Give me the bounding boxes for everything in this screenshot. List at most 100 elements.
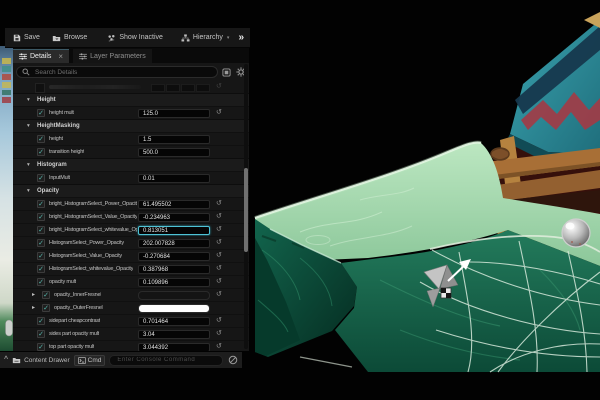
console-field[interactable] — [109, 355, 223, 366]
parameter-label: HistogramSelect_Power_Opacity — [49, 240, 124, 246]
checkbox-checked[interactable]: ✓ — [37, 252, 45, 260]
checkbox-checked[interactable]: ✓ — [37, 343, 45, 351]
move-widget-icon — [441, 288, 451, 298]
details-panel: Details × Layer Parameters — [13, 48, 249, 351]
parameter-row-sidepart-cheapcontrast: ✓ sidepart cheapcontrast 0.701464 ↺ — [13, 314, 249, 327]
reset-icon[interactable]: ↺ — [216, 109, 222, 117]
color-swatch[interactable] — [138, 304, 210, 313]
console-input[interactable] — [115, 356, 217, 364]
content-drawer-icon — [12, 356, 21, 364]
details-view-options-button[interactable] — [221, 67, 232, 78]
checkbox-checked[interactable]: ✓ — [42, 291, 50, 299]
scrollbar-thumb[interactable] — [244, 168, 248, 252]
value-field[interactable]: -0.270684 — [138, 252, 210, 261]
checkbox-checked[interactable]: ✓ — [37, 200, 45, 208]
reset-icon[interactable]: ↺ — [216, 200, 222, 208]
reset-icon[interactable]: ↺ — [216, 343, 222, 351]
value-field[interactable]: 0.813051 — [138, 226, 210, 235]
save-icon — [13, 34, 21, 42]
checkbox-checked[interactable]: ✓ — [42, 304, 50, 312]
status-bar: ^ Content Drawer Cmd — [0, 351, 242, 368]
reset-icon[interactable]: ↺ — [216, 265, 222, 273]
reset-icon[interactable]: ↺ — [216, 239, 222, 247]
value-field[interactable]: 0.701464 — [138, 317, 210, 326]
reset-icon[interactable]: ↺ — [216, 278, 222, 286]
expand-chevron-icon[interactable]: ▸ — [32, 304, 35, 311]
revision-control-button[interactable] — [227, 355, 238, 366]
parameter-row-opacity-innerfresnel: ▸ ✓ opacity_InnerFresnel ↺ — [13, 288, 249, 301]
sliders-icon — [79, 53, 87, 60]
tab-layer-parameters[interactable]: Layer Parameters — [73, 49, 152, 63]
reset-icon[interactable]: ↺ — [216, 213, 222, 221]
show-inactive-button[interactable]: Show Inactive — [103, 32, 167, 44]
parameter-row-opacity-outerfresnel: ▸ ✓ opacity_OuterFresnel — [13, 301, 249, 314]
chevron-down-icon: ▾ — [27, 123, 30, 129]
expand-drawer-icon[interactable]: ^ — [4, 357, 8, 363]
search-row — [13, 63, 249, 81]
search-box[interactable] — [16, 66, 218, 78]
value-field[interactable]: 500.0 — [138, 148, 210, 157]
show-inactive-label: Show Inactive — [119, 34, 163, 41]
checkbox-checked[interactable]: ✓ — [37, 226, 45, 234]
section-header-opacity[interactable]: ▾Opacity — [13, 184, 249, 197]
value-field[interactable]: 125.0 — [138, 109, 210, 118]
parameter-label: opacity mult — [49, 279, 76, 285]
checkbox-checked[interactable]: ✓ — [37, 278, 45, 286]
search-input[interactable] — [33, 68, 212, 77]
checkbox-checked[interactable]: ✓ — [37, 174, 45, 182]
value-field[interactable]: 202.007828 — [138, 239, 210, 248]
parameter-label: opacity_OuterFresnel — [54, 305, 103, 311]
reset-icon[interactable]: ↺ — [216, 226, 222, 234]
parameter-row-histogramselect-value-opacity: ✓HistogramSelect_Value_Opacity-0.270684↺ — [13, 249, 249, 262]
checkbox-checked[interactable]: ✓ — [37, 330, 45, 338]
reset-icon[interactable]: ↺ — [216, 330, 222, 338]
reset-icon[interactable]: ↺ — [216, 317, 222, 325]
checkbox-checked[interactable]: ✓ — [37, 109, 45, 117]
save-button[interactable]: Save — [9, 32, 44, 44]
checkbox-checked[interactable]: ✓ — [37, 135, 45, 143]
value-field[interactable]: 3.04 — [138, 330, 210, 339]
chevron-down-icon: ▾ — [227, 35, 230, 41]
section-header-height[interactable]: ▾Height — [13, 93, 249, 106]
browse-button[interactable]: Browse — [48, 32, 91, 44]
checkbox-checked[interactable]: ✓ — [37, 317, 45, 325]
value-field[interactable]: 0.387968 — [138, 265, 210, 274]
value-field[interactable]: 1.5 — [138, 135, 210, 144]
reset-icon[interactable]: ↺ — [216, 83, 222, 91]
value-field[interactable]: 0.109896 — [138, 278, 210, 287]
checkbox-checked[interactable]: ✓ — [37, 265, 45, 273]
value-field[interactable]: 61.495502 — [138, 200, 210, 209]
value-field[interactable]: 3.044392 — [138, 343, 210, 352]
color-swatch[interactable] — [138, 291, 210, 300]
folder-icon — [52, 34, 61, 42]
section-header-heightmasking[interactable]: ▾HeightMasking — [13, 119, 249, 132]
toolbar-overflow-button[interactable]: » — [238, 32, 246, 43]
parameter-row-sides-part-opacity-mult: ✓sides part opacity mult3.04↺ — [13, 327, 249, 340]
value-field[interactable]: 0.01 — [138, 174, 210, 183]
content-drawer-button[interactable]: Content Drawer — [12, 356, 70, 364]
content-drawer-label: Content Drawer — [24, 357, 70, 364]
parameter-row-bright-histogramselect-value-opacity: ✓bright_HistogramSelect_Value_Opacity-0.… — [13, 210, 249, 223]
expand-chevron-icon[interactable]: ▸ — [32, 291, 35, 298]
cmd-button[interactable]: Cmd — [74, 355, 106, 366]
parameter-row-histogramselect-power-opacity: ✓ HistogramSelect_Power_Opacity 202.007828… — [13, 236, 249, 249]
reset-icon[interactable]: ↺ — [216, 291, 222, 299]
checkbox-checked[interactable]: ✓ — [37, 239, 45, 247]
checkbox[interactable] — [35, 83, 45, 93]
reset-icon[interactable]: ↺ — [216, 252, 222, 260]
parameter-label: bright_HistogramSelect_whitevalue_Opacit… — [49, 227, 137, 233]
save-label: Save — [24, 34, 40, 41]
section-header-histogram[interactable]: ▾Histogram — [13, 158, 249, 171]
close-icon[interactable]: × — [58, 52, 63, 61]
sliders-icon — [19, 53, 27, 60]
checkbox-checked[interactable]: ✓ — [37, 148, 45, 156]
hierarchy-button[interactable]: Hierarchy ▾ — [177, 32, 233, 44]
value-field[interactable]: -0.234963 — [138, 213, 210, 222]
tab-details[interactable]: Details × — [13, 49, 69, 63]
section-label: Histogram — [37, 162, 67, 168]
checkbox-checked[interactable]: ✓ — [37, 213, 45, 221]
reflection-sphere-gizmo[interactable] — [562, 219, 590, 247]
panel-options-icon — [222, 68, 231, 77]
parameter-label: opacity_InnerFresnel — [54, 292, 101, 298]
parameter-label: sidepart cheapcontrast — [49, 318, 100, 324]
